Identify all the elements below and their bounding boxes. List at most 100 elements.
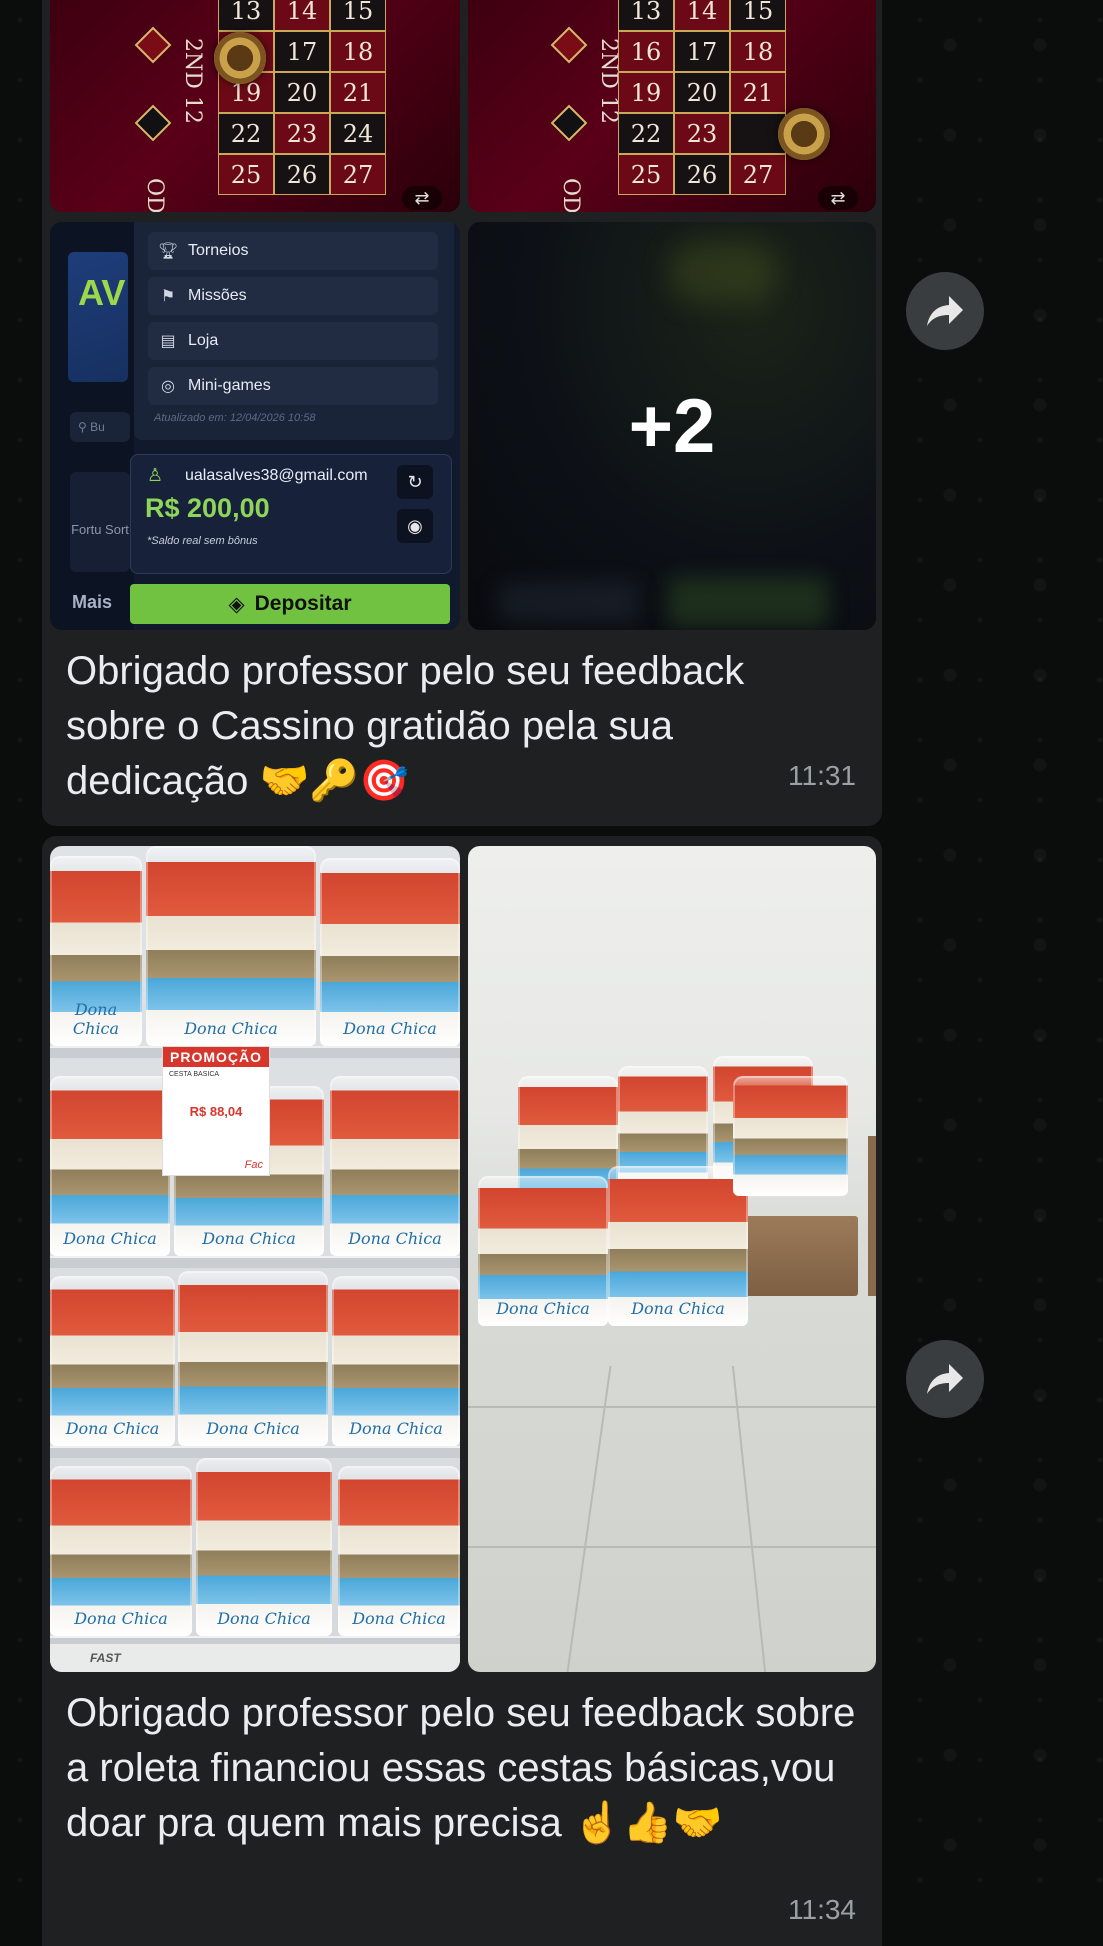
roulette-chip — [778, 108, 830, 160]
roulette-number: 27 — [730, 154, 786, 195]
grocery-bag: Dona Chica — [338, 1466, 460, 1636]
menu-item-mini-games[interactable]: ◎ Mini-games — [148, 367, 438, 405]
grocery-bag: Dona Chica — [50, 1276, 175, 1446]
message-time: 11:34 — [788, 1894, 856, 1925]
menu-item-label: Loja — [188, 332, 219, 349]
message-time: 11:31 — [788, 760, 856, 791]
grocery-bag: Dona Chica — [320, 858, 460, 1046]
roulette-number: 24 — [330, 113, 386, 154]
share-icon: ⇄ — [402, 186, 442, 210]
forward-button[interactable] — [906, 1340, 984, 1418]
promo-price-card: PROMOÇÃO CESTA BASICA R$ 88,04 Fac — [162, 1046, 270, 1176]
grocery-bag: Dona Chica — [178, 1271, 328, 1446]
gamepad-icon: ◎ — [161, 378, 175, 395]
bag-label: Dona Chica — [74, 1609, 168, 1628]
user-icon: ♙ — [147, 465, 164, 485]
shelf-strip-label: FAST — [50, 1644, 460, 1672]
bag-label: Dona Chica — [206, 1419, 300, 1438]
bag-label: Dona Chica — [631, 1299, 725, 1318]
grocery-bag: Dona Chica — [332, 1276, 460, 1446]
forward-icon — [927, 296, 963, 326]
bag-label: Dona Chica — [352, 1609, 446, 1628]
roulette-number: 25 — [218, 154, 274, 195]
roulette-number: 13 — [618, 0, 674, 31]
roulette-number: 22 — [218, 113, 274, 154]
bag-label: Dona Chica — [72, 1000, 120, 1038]
donation-bags-photo[interactable]: Dona Chica Dona Chica — [468, 846, 876, 1672]
forward-icon — [927, 1364, 963, 1394]
bag-label: Dona Chica — [63, 1229, 157, 1248]
menu-item-label: Mini-games — [188, 377, 271, 394]
floor-tile-line — [468, 1406, 876, 1408]
message-bubble-donation[interactable]: Dona Chica Dona Chica Dona Chica Dona Ch… — [42, 836, 882, 1946]
roulette-number: 22 — [618, 113, 674, 154]
eye-icon[interactable]: ◉ — [397, 509, 433, 543]
roulette-number: 21 — [730, 72, 786, 113]
red-diamond — [134, 26, 172, 64]
wallet-icon: ◈ — [228, 592, 245, 616]
grocery-bag: Dona Chica — [478, 1176, 608, 1326]
roulette-number: 16 — [618, 31, 674, 72]
promo-tag: Fac — [244, 1159, 263, 1171]
odd-label: ODD — [558, 178, 583, 212]
roulette-number: 25 — [618, 154, 674, 195]
menu-item-label: Missões — [188, 287, 247, 304]
refresh-icon[interactable]: ↻ — [397, 465, 433, 499]
bag-label: Dona Chica — [348, 1229, 442, 1248]
grocery-bag — [733, 1076, 848, 1196]
roulette-number: 21 — [330, 72, 386, 113]
bag-label: Dona Chica — [217, 1609, 311, 1628]
message-caption: Obrigado professor pelo seu feedback sob… — [66, 1691, 856, 1845]
bag-label: Dona Chica — [349, 1419, 443, 1438]
more-media-count: +2 — [628, 383, 716, 469]
account-card: ♙ ualasalves38@gmail.com R$ 200,00 *Sald… — [130, 454, 452, 574]
roulette-number: 26 — [274, 154, 330, 195]
roulette-number: 20 — [274, 72, 330, 113]
roulette-number: 14 — [674, 0, 730, 31]
search-placeholder: Bu — [90, 420, 105, 434]
menu-item-torneios[interactable]: 🏆︎ Torneios — [148, 232, 438, 270]
promo-banner: AV — [68, 252, 128, 382]
casino-menu-panel: 🏆︎ Torneios ⚑ Missões ▤ Loja ◎ Mini-game… — [134, 222, 454, 440]
roulette-image-left[interactable]: 2ND 12 ODD 13 14 15 17 18 19 20 21 22 23… — [50, 0, 460, 212]
more-media-tile[interactable]: +2 — [468, 222, 876, 630]
roulette-number: 15 — [730, 0, 786, 31]
supermarket-shelf-photo[interactable]: Dona Chica Dona Chica Dona Chica Dona Ch… — [50, 846, 460, 1672]
roulette-image-right[interactable]: 2ND 12 ODD 13 14 15 16 17 18 19 20 21 22… — [468, 0, 876, 212]
shelf — [50, 1446, 460, 1458]
promo-product: CESTA BASICA — [169, 1071, 220, 1078]
menu-item-missoes[interactable]: ⚑ Missões — [148, 277, 438, 315]
bag-label: Dona Chica — [184, 1019, 278, 1038]
grocery-bag: Dona Chica — [50, 1466, 192, 1636]
grocery-bag: Dona Chica — [330, 1076, 460, 1256]
forward-button[interactable] — [906, 272, 984, 350]
dozen-label: 2ND 12 — [180, 38, 205, 124]
account-email: ualasalves38@gmail.com — [185, 467, 368, 484]
roulette-number: 17 — [674, 31, 730, 72]
updated-timestamp: Atualizado em: 12/04/2026 10:58 — [154, 412, 316, 424]
floor-tile-line — [566, 1366, 612, 1672]
fortune-game-tile: Fortu Sort — [70, 472, 130, 572]
grocery-bag: Dona Chica — [50, 856, 142, 1046]
red-diamond — [550, 26, 588, 64]
grocery-bag: Dona Chica — [146, 846, 316, 1046]
grocery-bag: Dona Chica — [50, 1076, 170, 1256]
bag-label: Dona Chica — [202, 1229, 296, 1248]
wooden-pallet-edge — [868, 1136, 876, 1296]
more-label: Mais — [72, 592, 113, 612]
roulette-number-grid: 13 14 15 16 17 18 19 20 21 22 23 25 26 2… — [618, 0, 786, 195]
bag-label: Dona Chica — [343, 1019, 437, 1038]
bag-label: Dona Chica — [496, 1299, 590, 1318]
casino-menu-image[interactable]: AV ⚲ Bu Fortu Sort Mais 🏆︎ Torneios ⚑ Mi… — [50, 222, 460, 630]
roulette-number: 18 — [330, 31, 386, 72]
share-icon: ⇄ — [818, 186, 858, 210]
account-balance: R$ 200,00 — [145, 493, 270, 523]
deposit-button[interactable]: ◈ Depositar — [130, 584, 450, 624]
message-bubble-casino[interactable]: 2ND 12 ODD 13 14 15 17 18 19 20 21 22 23… — [42, 0, 882, 826]
medal-icon: ⚑ — [160, 288, 176, 305]
search-input-stub: ⚲ Bu — [70, 412, 130, 442]
roulette-number: 23 — [274, 113, 330, 154]
menu-item-loja[interactable]: ▤ Loja — [148, 322, 438, 360]
trophy-icon: 🏆︎ — [157, 243, 179, 260]
floor-tile-line — [731, 1366, 767, 1672]
